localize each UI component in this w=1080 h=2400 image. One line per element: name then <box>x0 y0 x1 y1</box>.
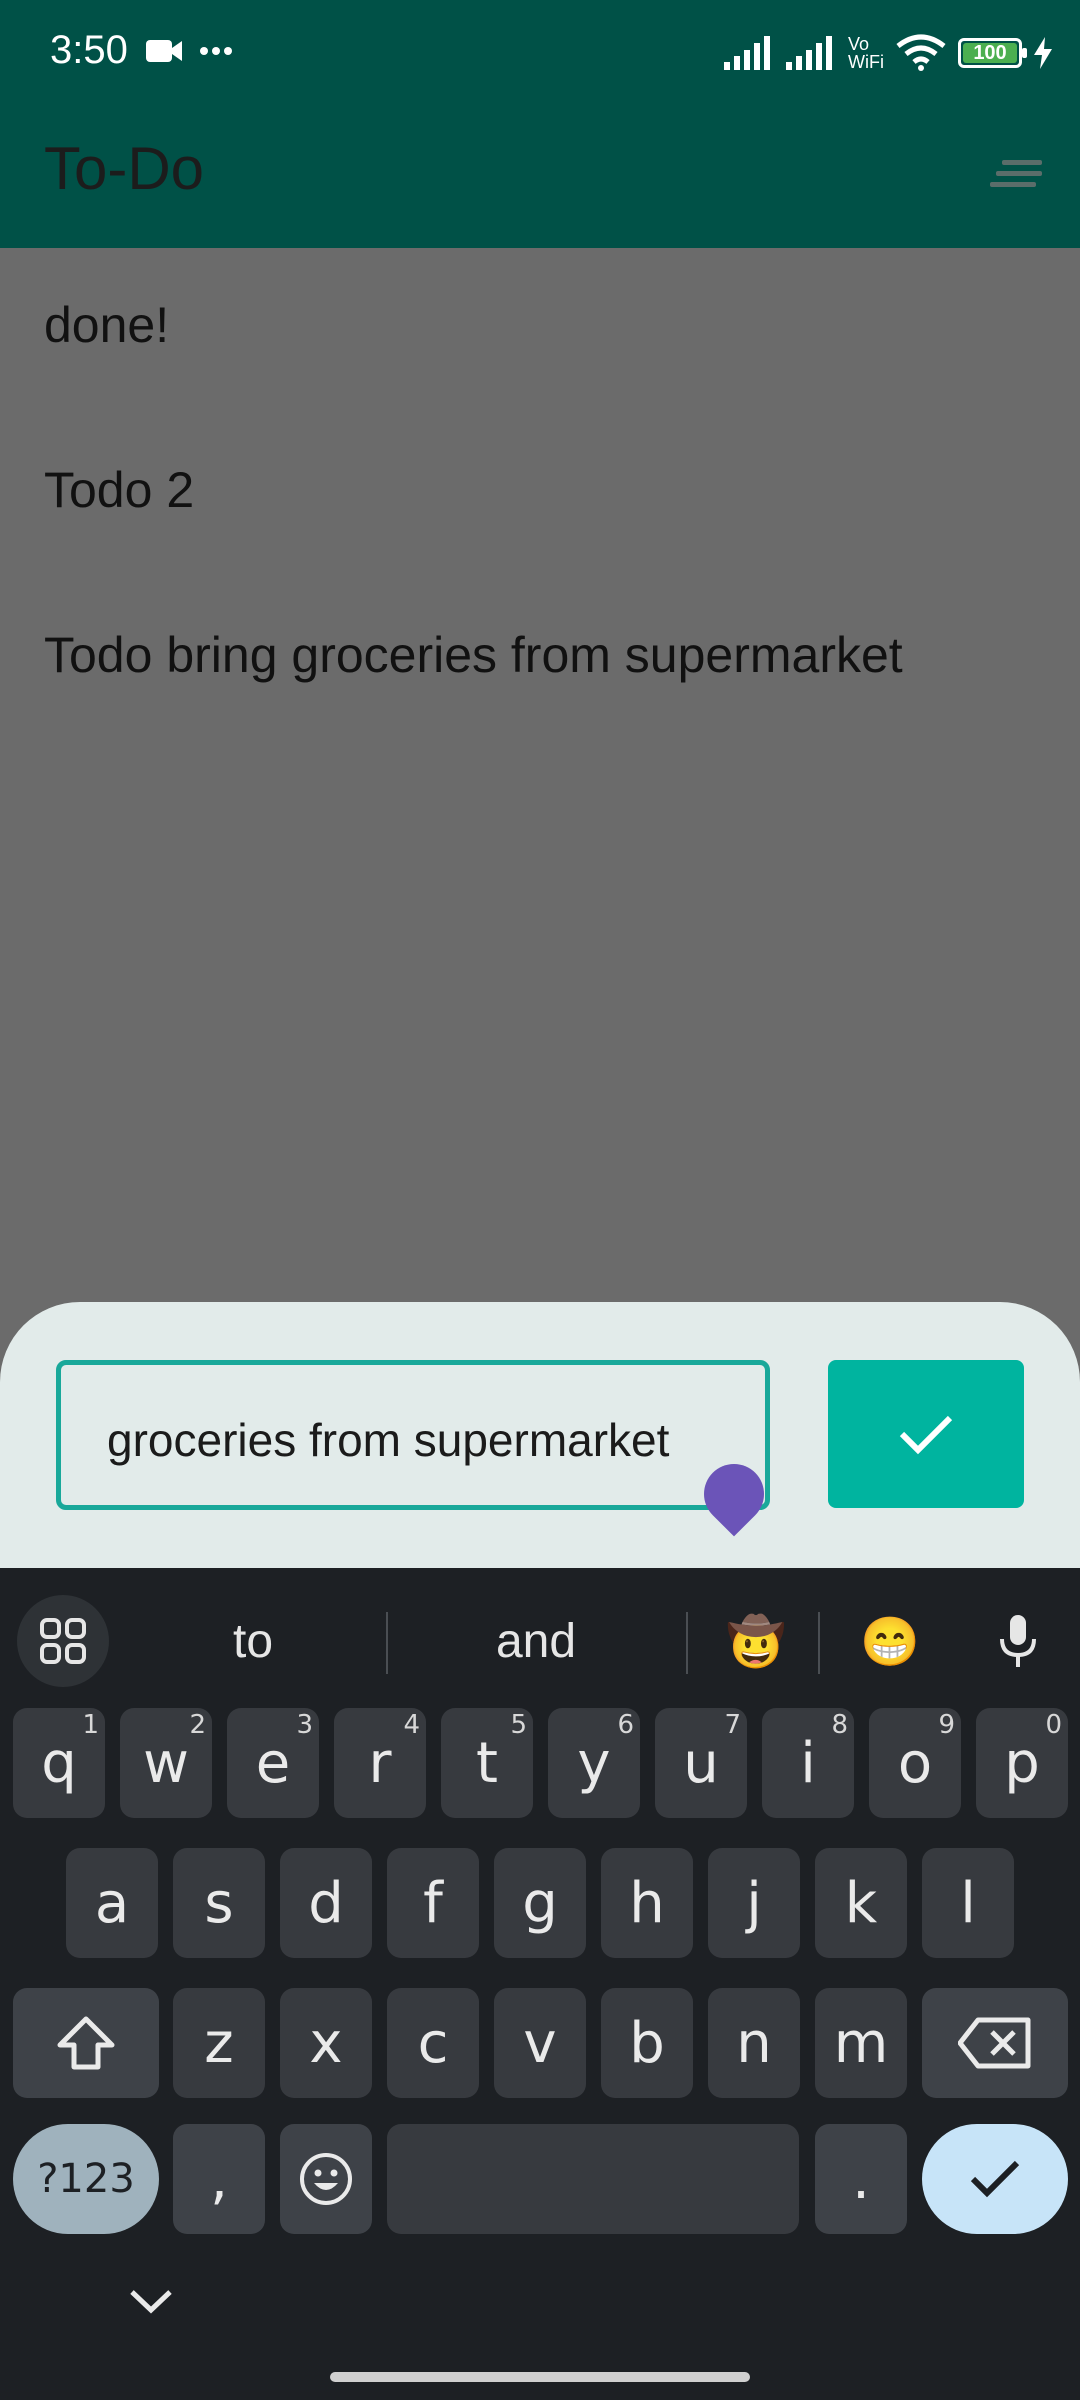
shift-key[interactable] <box>13 1988 159 2098</box>
todo-item[interactable]: Todo bring groceries from supermarket <box>44 626 903 684</box>
key-h[interactable]: h <box>601 1848 693 1958</box>
voice-input-button[interactable] <box>970 1598 1066 1684</box>
suggestion-to[interactable]: to <box>150 1598 356 1684</box>
status-bar: 3:50 Vo WiFi 100 <box>0 0 1080 104</box>
check-icon <box>899 1415 953 1455</box>
period-key[interactable]: . <box>815 2124 907 2234</box>
key-b[interactable]: b <box>601 1988 693 2098</box>
confirm-button[interactable] <box>828 1360 1024 1508</box>
key-m[interactable]: m <box>815 1988 907 2098</box>
key-f[interactable]: f <box>387 1848 479 1958</box>
app-bar: To-Do <box>0 104 1080 248</box>
shift-icon <box>57 2016 115 2070</box>
key-w[interactable]: w2 <box>120 1708 212 1818</box>
backspace-key[interactable] <box>922 1988 1068 2098</box>
microphone-icon <box>1000 1615 1036 1667</box>
status-time: 3:50 <box>50 28 128 72</box>
suggestion-divider <box>818 1612 820 1674</box>
key-t[interactable]: t5 <box>441 1708 533 1818</box>
key-l[interactable]: l <box>922 1848 1014 1958</box>
key-v[interactable]: v <box>494 1988 586 2098</box>
key-o[interactable]: o9 <box>869 1708 961 1818</box>
signal-icon <box>724 36 771 70</box>
signal-icon-2 <box>786 36 833 70</box>
menu-icon[interactable] <box>990 154 1042 194</box>
key-j[interactable]: j <box>708 1848 800 1958</box>
hide-keyboard-icon[interactable] <box>128 2286 174 2316</box>
key-g[interactable]: g <box>494 1848 586 1958</box>
wifi-icon <box>896 34 946 71</box>
emoji-key[interactable] <box>280 2124 372 2234</box>
key-e[interactable]: e3 <box>227 1708 319 1818</box>
key-p[interactable]: p0 <box>976 1708 1068 1818</box>
status-icons: Vo WiFi 100 <box>724 26 1052 80</box>
key-c[interactable]: c <box>387 1988 479 2098</box>
todo-input[interactable]: groceries from supermarket <box>56 1360 770 1510</box>
suggestion-emoji-grin[interactable]: 😁 <box>834 1598 946 1684</box>
suggestion-divider <box>686 1612 688 1674</box>
add-todo-sheet: groceries from supermarket <box>0 1302 1080 1568</box>
apps-grid-button[interactable] <box>17 1595 109 1687</box>
todo-item[interactable]: done! <box>44 296 169 354</box>
key-q[interactable]: q1 <box>13 1708 105 1818</box>
check-icon <box>970 2160 1020 2198</box>
suggestion-and[interactable]: and <box>400 1598 672 1684</box>
done-key[interactable] <box>922 2124 1068 2234</box>
app-title: To-Do <box>44 135 205 202</box>
keyboard: to and 🤠 😁 q1 w2 e3 r4 t5 y6 u7 i8 o9 p0… <box>0 1568 1080 2400</box>
vowifi-label: Vo WiFi <box>848 34 884 72</box>
gesture-navigation-handle[interactable] <box>330 2372 750 2382</box>
battery-icon: 100 <box>958 38 1027 68</box>
suggestion-divider <box>386 1612 388 1674</box>
key-s[interactable]: s <box>173 1848 265 1958</box>
key-a[interactable]: a <box>66 1848 158 1958</box>
battery-level: 100 <box>963 42 1017 64</box>
todo-input-value: groceries from supermarket <box>107 1414 670 1466</box>
key-y[interactable]: y6 <box>548 1708 640 1818</box>
backspace-icon <box>958 2017 1031 2069</box>
key-n[interactable]: n <box>708 1988 800 2098</box>
grid-icon <box>40 1618 86 1664</box>
key-i[interactable]: i8 <box>762 1708 854 1818</box>
key-u[interactable]: u7 <box>655 1708 747 1818</box>
suggestion-emoji-cowboy[interactable]: 🤠 <box>700 1598 812 1684</box>
space-key[interactable] <box>387 2124 799 2234</box>
smiley-icon <box>300 2153 352 2205</box>
charging-icon <box>1034 37 1052 69</box>
key-r[interactable]: r4 <box>334 1708 426 1818</box>
key-x[interactable]: x <box>280 1988 372 2098</box>
key-z[interactable]: z <box>173 1988 265 2098</box>
video-camera-icon <box>146 40 232 62</box>
comma-key[interactable]: , <box>173 2124 265 2234</box>
todo-item[interactable]: Todo 2 <box>44 461 194 519</box>
symbols-key[interactable]: ?123 <box>13 2124 159 2234</box>
key-d[interactable]: d <box>280 1848 372 1958</box>
key-k[interactable]: k <box>815 1848 907 1958</box>
